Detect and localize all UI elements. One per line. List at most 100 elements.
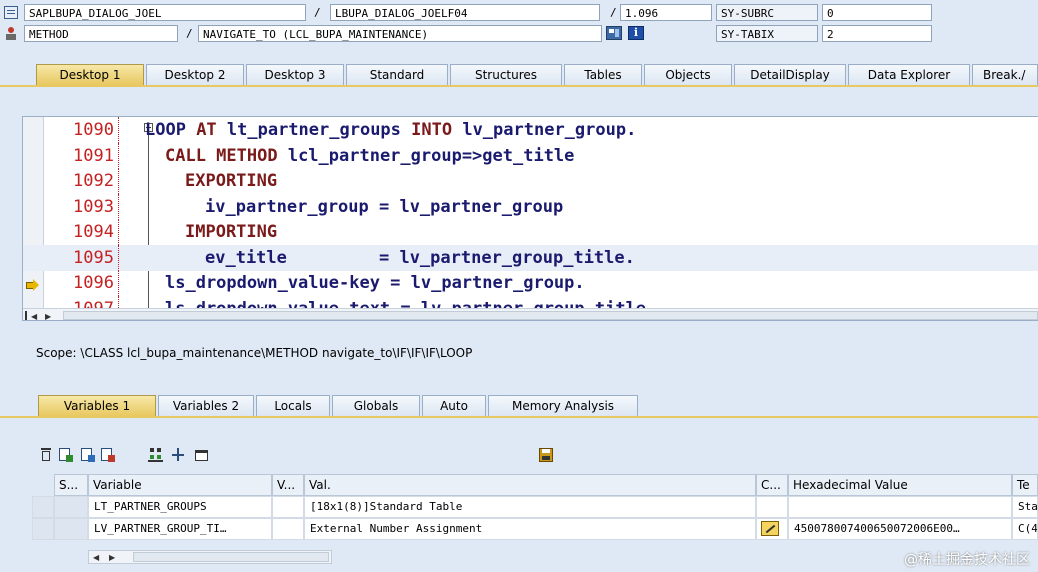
table-row-value[interactable]: [18x1(8)]Standard Table — [304, 496, 756, 518]
code-text: ls_dropdown_value-key = lv_partner_group… — [165, 270, 585, 296]
code-line[interactable]: 1095 ev_title = lv_partner_group_title. — [23, 244, 1038, 271]
tab-memory-analysis[interactable]: Memory Analysis — [488, 395, 638, 416]
display-object-icon[interactable] — [606, 26, 622, 40]
scroll-left-icon[interactable]: ◀ — [31, 312, 37, 320]
col-header-v[interactable]: V... — [272, 474, 304, 496]
code-keyword: EXPORTING — [185, 171, 278, 191]
code-text: IMPORTING — [185, 219, 277, 245]
tab-tables[interactable]: Tables — [564, 64, 642, 85]
code-line[interactable]: 1090 LOOP AT lt_partner_groups INTO lv_pa… — [23, 117, 1038, 143]
tab-desktop-1[interactable]: Desktop 1 — [36, 64, 144, 85]
scroll-right-icon[interactable]: ▶ — [45, 312, 51, 320]
code-line[interactable]: 1096 ls_dropdown_value-key = lv_partner_g… — [23, 270, 1038, 296]
table-row-variable[interactable]: LT_PARTNER_GROUPS — [88, 496, 272, 518]
table-row-v — [272, 496, 304, 518]
import-variables-icon[interactable] — [80, 447, 96, 463]
tab-locals[interactable]: Locals — [256, 395, 330, 416]
code-keyword: AT — [196, 120, 227, 140]
table-row-hex: 450078007400650072006E00… — [788, 518, 1012, 540]
tab-variables-1[interactable]: Variables 1 — [38, 395, 156, 416]
program-field[interactable]: SAPLBUPA_DIALOG_JOEL — [24, 4, 306, 21]
table-row-value[interactable]: External Number Assignment — [304, 518, 756, 540]
delete-icon[interactable] — [38, 447, 54, 463]
tab-variables-2[interactable]: Variables 2 — [158, 395, 254, 416]
program-icon — [4, 6, 18, 19]
table-row-v — [272, 518, 304, 540]
tab-auto[interactable]: Auto — [422, 395, 486, 416]
tab-detail-display[interactable]: DetailDisplay — [734, 64, 846, 85]
code-token: iv_partner_group = lv_partner_group — [205, 196, 564, 217]
line-number: 1091 — [47, 142, 119, 169]
tab-data-explorer[interactable]: Data Explorer — [848, 64, 970, 85]
save-icon[interactable] — [538, 447, 554, 463]
grid-horizontal-scrollbar[interactable]: ◀ ▶ — [88, 550, 332, 564]
code-line[interactable]: 1093 iv_partner_group = lv_partner_group — [23, 193, 1038, 220]
variables-tab-strip: Variables 1 Variables 2 Locals Globals A… — [0, 395, 1038, 417]
tab-structures[interactable]: Structures — [450, 64, 562, 85]
sysfield1-name[interactable]: SY-SUBRC — [716, 4, 818, 21]
line-number-field[interactable]: 1.096 — [620, 4, 712, 21]
code-token: ls_dropdown_value-key = lv_partner_group… — [165, 273, 585, 293]
separator: / — [314, 6, 321, 19]
save-variables-icon[interactable] — [100, 447, 116, 463]
tab-breakpoints[interactable]: Break./ — [972, 64, 1038, 85]
line-number: 1093 — [47, 193, 119, 220]
new-entry-icon[interactable] — [58, 447, 74, 463]
navigate-icon[interactable] — [170, 447, 186, 463]
line-number: 1094 — [47, 219, 119, 245]
line-number: 1095 — [47, 244, 119, 271]
code-text: iv_partner_group = lv_partner_group — [205, 194, 563, 220]
table-row-c — [756, 496, 788, 518]
separator: / — [610, 6, 617, 19]
grid-scroll-left-icon[interactable]: ◀ — [93, 553, 99, 562]
edit-pencil-icon[interactable] — [761, 521, 779, 536]
sysfield2-value[interactable]: 2 — [822, 25, 932, 42]
row-status — [54, 496, 88, 518]
horizontal-scrollbar[interactable]: ◀ ▶ — [23, 308, 1038, 320]
code-keyword: CALL METHOD — [165, 145, 288, 166]
table-row-c — [756, 518, 788, 540]
line-number: 1096 — [47, 270, 119, 296]
sysfield2-name[interactable]: SY-TABIX — [716, 25, 818, 42]
table-row-variable[interactable]: LV_PARTNER_GROUP_TI… — [88, 518, 272, 540]
col-header-status[interactable]: S... — [54, 474, 88, 496]
sysfield1-value[interactable]: 0 — [822, 4, 932, 21]
tab-underline — [0, 85, 1038, 87]
code-line[interactable]: 1092 EXPORTING — [23, 168, 1038, 194]
code-token: lcl_partner_group=>get_title — [287, 145, 575, 166]
code-line[interactable]: 1094 IMPORTING — [23, 219, 1038, 245]
event-type-field[interactable]: METHOD — [24, 25, 178, 42]
code-token: LOOP — [145, 120, 197, 140]
variables-grid: S... Variable V... Val. C... Hexadecimal… — [32, 474, 1038, 572]
tab-globals[interactable]: Globals — [332, 395, 420, 416]
col-header-tech[interactable]: Te — [1012, 474, 1038, 496]
desktop-tab-strip: Desktop 1 Desktop 2 Desktop 3 Standard S… — [0, 64, 1038, 86]
col-header-c[interactable]: C... — [756, 474, 788, 496]
tab-objects[interactable]: Objects — [644, 64, 732, 85]
grid-scroll-right-icon[interactable]: ▶ — [109, 553, 115, 562]
col-header-hex[interactable]: Hexadecimal Value — [788, 474, 1012, 496]
source-code-panel[interactable]: 1090 LOOP AT lt_partner_groups INTO lv_pa… — [22, 116, 1038, 321]
tab-desktop-2[interactable]: Desktop 2 — [146, 64, 244, 85]
line-number: 1090 — [47, 117, 119, 143]
code-token: lv_partner_group. — [462, 120, 637, 140]
hierarchy-icon[interactable] — [148, 447, 164, 463]
layout-icon[interactable] — [194, 447, 210, 463]
tab-underline — [0, 416, 1038, 418]
code-text: EXPORTING — [185, 168, 277, 194]
table-row-tech: C(4 — [1012, 518, 1038, 540]
code-keyword: IMPORTING — [185, 222, 278, 242]
col-header-variable[interactable]: Variable — [88, 474, 272, 496]
scope-text: Scope: \CLASS lcl_bupa_maintenance\METHO… — [36, 346, 473, 360]
info-icon[interactable]: i — [628, 26, 644, 40]
code-text: LOOP AT lt_partner_groups INTO lv_partne… — [145, 117, 636, 143]
include-field[interactable]: LBUPA_DIALOG_JOELF04 — [330, 4, 600, 21]
col-header-value[interactable]: Val. — [304, 474, 756, 496]
row-selector[interactable] — [32, 496, 54, 518]
tab-desktop-3[interactable]: Desktop 3 — [246, 64, 344, 85]
row-selector[interactable] — [32, 518, 54, 540]
code-token: lt_partner_groups — [226, 120, 412, 140]
tab-standard[interactable]: Standard — [346, 64, 448, 85]
code-line[interactable]: 1091 CALL METHOD lcl_partner_group=>get_t… — [23, 142, 1038, 169]
event-field[interactable]: NAVIGATE_TO (LCL_BUPA_MAINTENANCE) — [198, 25, 602, 42]
